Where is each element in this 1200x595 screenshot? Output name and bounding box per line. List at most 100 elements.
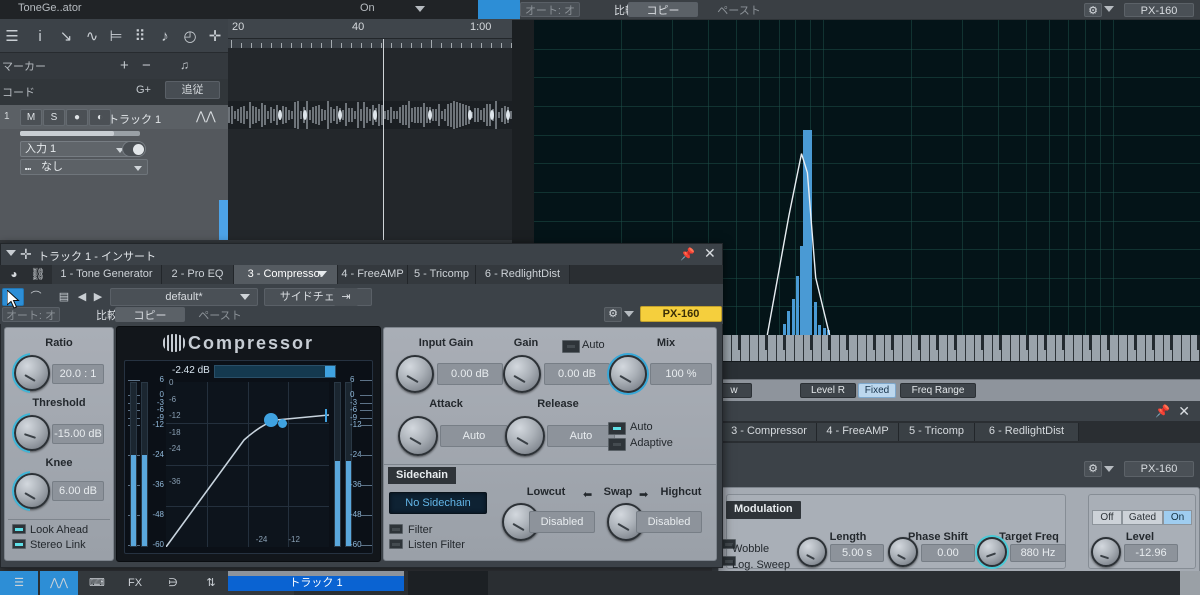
target-freq-knob[interactable] <box>977 537 1007 567</box>
track-monitor-toggle[interactable] <box>122 141 146 157</box>
marker-add-button[interactable]: + <box>120 57 129 74</box>
flag-tool-icon[interactable]: ⊨ <box>106 27 126 47</box>
swap-right-icon[interactable]: ➡ <box>639 488 648 501</box>
plugin-tab-freeamp[interactable]: 4 - FreeAMP <box>338 265 408 284</box>
spectrum-auto-button[interactable]: オート: オフ <box>520 2 580 33</box>
length-value[interactable]: 5.00 s <box>830 544 884 562</box>
look-ahead-checkbox[interactable] <box>12 524 26 534</box>
spectrum-paste-button[interactable]: ペースト <box>704 2 774 17</box>
sidechain-route-icon[interactable]: ⇥ <box>334 288 358 306</box>
plus-icon[interactable]: ✛ <box>20 246 32 263</box>
target-freq-value[interactable]: 880 Hz <box>1010 544 1066 562</box>
taskbar-keyboard-button[interactable]: ⌨ <box>78 571 116 595</box>
taskbar-fx-button[interactable]: FX <box>116 571 154 595</box>
level-value[interactable]: -12.96 <box>1124 544 1178 562</box>
lowcut-value[interactable]: Disabled <box>529 511 595 533</box>
plus-icon[interactable]: ✛ <box>205 27 225 47</box>
timeline-canvas[interactable] <box>228 48 520 240</box>
chevron-down-icon[interactable] <box>240 294 250 300</box>
no-sidechain-display[interactable]: No Sidechain <box>389 492 487 514</box>
track-record-button[interactable]: ● <box>66 109 88 126</box>
chevron-down-icon[interactable] <box>1104 6 1114 12</box>
pin-icon[interactable]: 📌 <box>1155 404 1170 418</box>
knee-value[interactable]: 6.00 dB <box>52 481 104 501</box>
taskbar-track-strip[interactable]: トラック 1 <box>228 571 404 595</box>
plugin-preset-name[interactable]: PX-160 <box>640 306 722 322</box>
threshold-value[interactable]: -15.00 dB <box>52 424 104 444</box>
level-knob[interactable] <box>1091 537 1121 567</box>
clock-icon[interactable]: ◴ <box>180 27 200 47</box>
ratio-value[interactable]: 20.0 : 1 <box>52 364 104 384</box>
preset-name-field[interactable]: default* <box>110 288 258 306</box>
mix-value[interactable]: 100 % <box>650 363 712 385</box>
spectrum-level-r-button[interactable]: Level R <box>800 383 856 398</box>
taskbar-tuner-button[interactable]: ⇅ <box>192 571 230 595</box>
spectrum-preset-name[interactable]: PX-160 <box>1124 3 1194 17</box>
pin-icon[interactable]: 📌 <box>680 247 695 261</box>
collapse-icon[interactable] <box>6 250 16 256</box>
gain-value[interactable]: 0.00 dB <box>544 363 610 385</box>
gain-knob[interactable] <box>503 355 541 393</box>
marker-remove-button[interactable]: − <box>142 57 151 74</box>
compression-curve-plot[interactable]: 0 -6 -12 -18 -24 -36 -24 -12 <box>166 378 329 547</box>
spectrum-freq-range-button[interactable]: Freq Range <box>900 383 976 398</box>
track-solo-button[interactable]: S <box>43 109 65 126</box>
close-icon[interactable]: ✕ <box>1178 403 1190 420</box>
inspector-tab-freeamp[interactable]: 4 - FreeAMP <box>817 423 899 441</box>
plugin-tab-pro-eq[interactable]: 2 - Pro EQ <box>162 265 234 284</box>
preset-prev-button[interactable]: ◀ <box>74 288 90 306</box>
menu-icon[interactable]: ☰ <box>2 27 22 47</box>
chevron-down-icon[interactable] <box>1104 466 1114 472</box>
close-icon[interactable]: ✕ <box>704 245 716 262</box>
chevron-down-icon[interactable] <box>624 311 634 317</box>
spectrum-copy-button[interactable]: コピー <box>628 2 698 17</box>
note-tool-icon[interactable]: ♪ <box>155 27 175 47</box>
audio-clip[interactable] <box>228 101 521 129</box>
grid-tool-icon[interactable]: ⠿ <box>130 27 150 47</box>
swap-left-icon[interactable]: ⬅ <box>583 488 592 501</box>
filter-checkbox[interactable] <box>389 524 403 534</box>
automation-curve-icon[interactable]: ⌒ <box>24 288 48 306</box>
taskbar-mixer-button[interactable]: ⋻ <box>154 571 192 595</box>
routing-icon[interactable]: ⛓ <box>26 265 50 284</box>
phase-shift-knob[interactable] <box>888 537 918 567</box>
track-input-select[interactable]: 入力 1 <box>20 141 130 157</box>
mode-off-button[interactable]: Off <box>1092 510 1122 525</box>
mix-knob[interactable] <box>609 355 647 393</box>
adaptive-checkbox[interactable] <box>608 438 626 451</box>
track-instrument-select[interactable]: ⑉ なし <box>20 159 148 175</box>
input-gain-knob[interactable] <box>396 355 434 393</box>
plugin-paste-button[interactable]: ペースト <box>185 307 255 322</box>
track-mute-button[interactable]: M <box>20 109 42 126</box>
tone-generator-on-label[interactable]: On <box>360 2 375 14</box>
release-value[interactable]: Auto <box>547 425 615 447</box>
chevron-down-icon[interactable] <box>317 271 327 277</box>
mode-on-button[interactable]: On <box>1163 510 1192 525</box>
plugin-tab-tricomp[interactable]: 5 - Tricomp <box>408 265 476 284</box>
length-knob[interactable] <box>797 537 827 567</box>
chevron-down-icon[interactable] <box>415 6 425 12</box>
marker-note-icon[interactable]: ♫ <box>180 58 189 72</box>
follow-button[interactable]: 追従 <box>165 81 220 99</box>
arrow-tool-icon[interactable]: ↘ <box>56 27 76 47</box>
inspector-tab-compressor[interactable]: 3 - Compressor <box>722 423 817 441</box>
gain-auto-checkbox[interactable] <box>562 340 580 353</box>
gear-icon[interactable]: ⚙ <box>604 307 622 322</box>
auto-checkbox[interactable] <box>608 422 626 435</box>
timeline-end-marker[interactable] <box>219 200 228 240</box>
info-icon[interactable]: i <box>30 27 50 47</box>
attack-value[interactable]: Auto <box>440 425 508 447</box>
spectrum-fixed-button[interactable]: Fixed <box>858 383 896 398</box>
input-gain-value[interactable]: 0.00 dB <box>437 363 503 385</box>
track-volume-slider[interactable] <box>20 131 140 136</box>
release-knob[interactable] <box>505 416 545 456</box>
preset-list-icon[interactable]: ▤ <box>54 288 74 306</box>
taskbar-resize-handle[interactable] <box>1180 571 1200 595</box>
plugin-tab-tone-generator[interactable]: 1 - Tone Generator <box>52 265 162 284</box>
phase-shift-value[interactable]: 0.00 <box>921 544 975 562</box>
inspector-preset-name[interactable]: PX-160 <box>1124 461 1194 477</box>
plugin-copy-button[interactable]: コピー <box>115 307 185 322</box>
mode-gated-button[interactable]: Gated <box>1122 510 1163 525</box>
preset-next-button[interactable]: ▶ <box>90 288 106 306</box>
attack-knob[interactable] <box>398 416 438 456</box>
